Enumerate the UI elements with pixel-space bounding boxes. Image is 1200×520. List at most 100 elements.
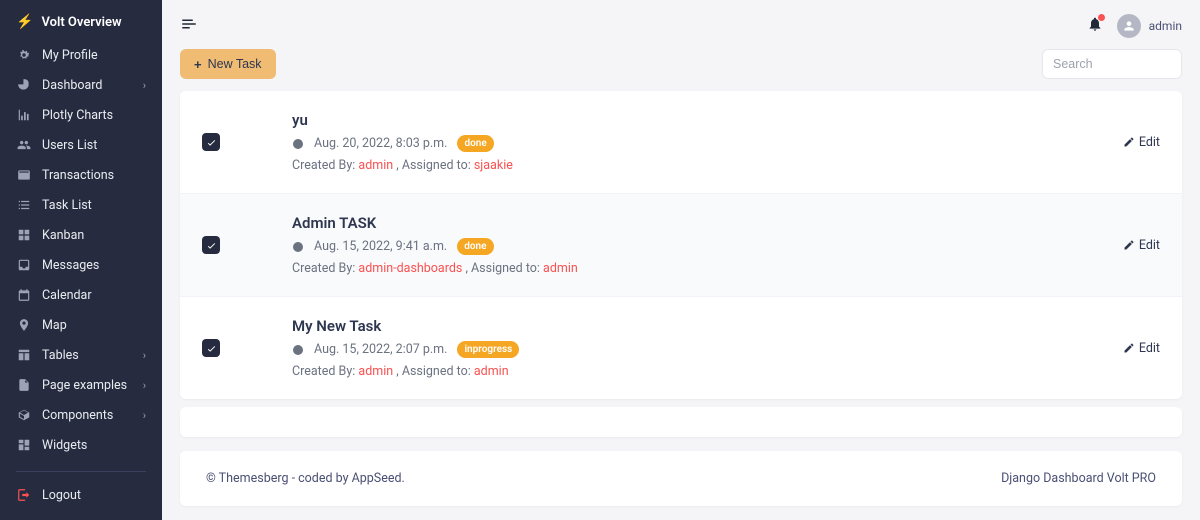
notification-dot <box>1098 14 1105 21</box>
sidebar-item-label: Task List <box>42 198 146 213</box>
inbox-icon <box>16 257 32 273</box>
status-badge: done <box>457 135 493 152</box>
status-badge: done <box>457 238 493 255</box>
notifications-button[interactable] <box>1087 16 1103 36</box>
main: admin + New Task yuAug. 20, 2022, 8:03 p… <box>162 0 1200 520</box>
edit-icon <box>1123 136 1135 148</box>
sidebar-item-task-list[interactable]: Task List <box>0 190 162 220</box>
edit-icon <box>1123 239 1135 251</box>
gear-icon <box>16 47 32 63</box>
pie-icon <box>16 77 32 93</box>
task-body: Admin TASK Aug. 15, 2022, 9:41 a.m. done Cr… <box>242 214 1101 276</box>
brand[interactable]: ⚡ Volt Overview <box>0 10 162 40</box>
task-meta: Aug. 20, 2022, 8:03 p.m. done <box>292 135 1101 152</box>
edit-icon <box>1123 342 1135 354</box>
pin-icon <box>16 317 32 333</box>
sidebar-item-label: Users List <box>42 138 146 153</box>
sidebar-item-map[interactable]: Map <box>0 310 162 340</box>
pagination-placeholder <box>180 407 1182 437</box>
assigned-to-link[interactable]: admin <box>543 261 578 276</box>
logout-button[interactable]: Logout <box>0 480 162 510</box>
content: yuAug. 20, 2022, 8:03 p.m.doneCreated By… <box>162 91 1200 451</box>
sidebar-item-label: Dashboard <box>42 78 133 93</box>
logout-label: Logout <box>42 488 81 503</box>
edit-label: Edit <box>1139 135 1160 150</box>
task-row: Admin TASK Aug. 15, 2022, 9:41 a.m. done Cr… <box>180 194 1182 297</box>
created-by-label: Created By: <box>292 158 358 173</box>
plus-icon: + <box>194 58 202 71</box>
sidebar-item-users-list[interactable]: Users List <box>0 130 162 160</box>
task-checkbox[interactable] <box>202 236 220 254</box>
brand-name: Volt Overview <box>41 15 121 30</box>
widget-icon <box>16 437 32 453</box>
list-icon <box>16 197 32 213</box>
sidebar-item-label: Page examples <box>42 378 133 393</box>
task-row: yuAug. 20, 2022, 8:03 p.m.doneCreated By… <box>180 91 1182 194</box>
sidebar-item-transactions[interactable]: Transactions <box>0 160 162 190</box>
status-badge: inprogress <box>457 341 519 358</box>
sidebar-item-kanban[interactable]: Kanban <box>0 220 162 250</box>
avatar <box>1117 14 1141 38</box>
card-icon <box>16 167 32 183</box>
chevron-right-icon: › <box>143 409 146 422</box>
footer-copyright: © Themesberg - coded by AppSeed. <box>206 471 405 486</box>
sidebar-item-label: Transactions <box>42 168 146 183</box>
task-body: yuAug. 20, 2022, 8:03 p.m.doneCreated By… <box>242 111 1101 173</box>
task-title: My New Task <box>292 317 1101 335</box>
grid-icon <box>16 227 32 243</box>
created-by-link[interactable]: admin <box>358 158 393 173</box>
task-attribution: Created By: admin-dashboards , Assigned … <box>292 261 1101 276</box>
task-attribution: Created By: admin , Assigned to: sjaakie <box>292 158 1101 173</box>
task-datetime: Aug. 15, 2022, 2:07 p.m. <box>314 342 447 357</box>
edit-button[interactable]: Edit <box>1123 135 1160 150</box>
sidebar-divider <box>16 471 146 472</box>
assigned-to-label: , Assigned to: <box>462 261 543 276</box>
search-input[interactable] <box>1042 49 1182 79</box>
assigned-to-link[interactable]: admin <box>474 364 509 379</box>
sidebar-item-my-profile[interactable]: My Profile <box>0 40 162 70</box>
created-by-link[interactable]: admin-dashboards <box>358 261 462 276</box>
assigned-to-label: , Assigned to: <box>393 364 474 379</box>
table-icon <box>16 347 32 363</box>
created-by-link[interactable]: admin <box>358 364 393 379</box>
task-checkbox[interactable] <box>202 339 220 357</box>
sidebar-item-label: Calendar <box>42 288 146 303</box>
username: admin <box>1149 19 1182 33</box>
task-datetime: Aug. 20, 2022, 8:03 p.m. <box>314 136 447 151</box>
sidebar-item-label: Tables <box>42 348 133 363</box>
bolt-icon: ⚡ <box>16 14 33 30</box>
task-attribution: Created By: admin , Assigned to: admin <box>292 364 1101 379</box>
clock-icon <box>292 344 304 356</box>
sidebar-item-calendar[interactable]: Calendar <box>0 280 162 310</box>
task-title: Admin TASK <box>292 214 1101 232</box>
edit-button[interactable]: Edit <box>1123 238 1160 253</box>
edit-button[interactable]: Edit <box>1123 341 1160 356</box>
sidebar-item-label: Components <box>42 408 133 423</box>
sidebar-item-tables[interactable]: Tables › <box>0 340 162 370</box>
sidebar-toggle-button[interactable] <box>180 15 198 37</box>
user-menu[interactable]: admin <box>1117 14 1182 38</box>
sidebar-item-widgets[interactable]: Widgets <box>0 430 162 460</box>
logout-icon <box>16 487 32 503</box>
task-checkbox[interactable] <box>202 133 220 151</box>
task-datetime: Aug. 15, 2022, 9:41 a.m. <box>314 239 447 254</box>
assigned-to-link[interactable]: sjaakie <box>474 158 513 173</box>
sidebar-item-messages[interactable]: Messages <box>0 250 162 280</box>
chevron-right-icon: › <box>143 349 146 362</box>
footer: © Themesberg - coded by AppSeed. Django … <box>180 451 1182 506</box>
users-icon <box>16 137 32 153</box>
chevron-right-icon: › <box>143 79 146 92</box>
sidebar-nav: My Profile Dashboard › Plotly Charts Users L… <box>0 40 162 460</box>
task-body: My New Task Aug. 15, 2022, 2:07 p.m. inpro… <box>242 317 1101 379</box>
sidebar-item-label: Kanban <box>42 228 146 243</box>
sidebar-item-dashboard[interactable]: Dashboard › <box>0 70 162 100</box>
new-task-button[interactable]: + New Task <box>180 49 276 79</box>
sidebar-item-components[interactable]: Components › <box>0 400 162 430</box>
sidebar-item-label: Map <box>42 318 146 333</box>
sidebar: ⚡ Volt Overview My Profile Dashboard › Plot… <box>0 0 162 520</box>
sidebar-item-plotly-charts[interactable]: Plotly Charts <box>0 100 162 130</box>
file-icon <box>16 377 32 393</box>
sidebar-item-page-examples[interactable]: Page examples › <box>0 370 162 400</box>
task-meta: Aug. 15, 2022, 2:07 p.m. inprogress <box>292 341 1101 358</box>
chevron-right-icon: › <box>143 379 146 392</box>
